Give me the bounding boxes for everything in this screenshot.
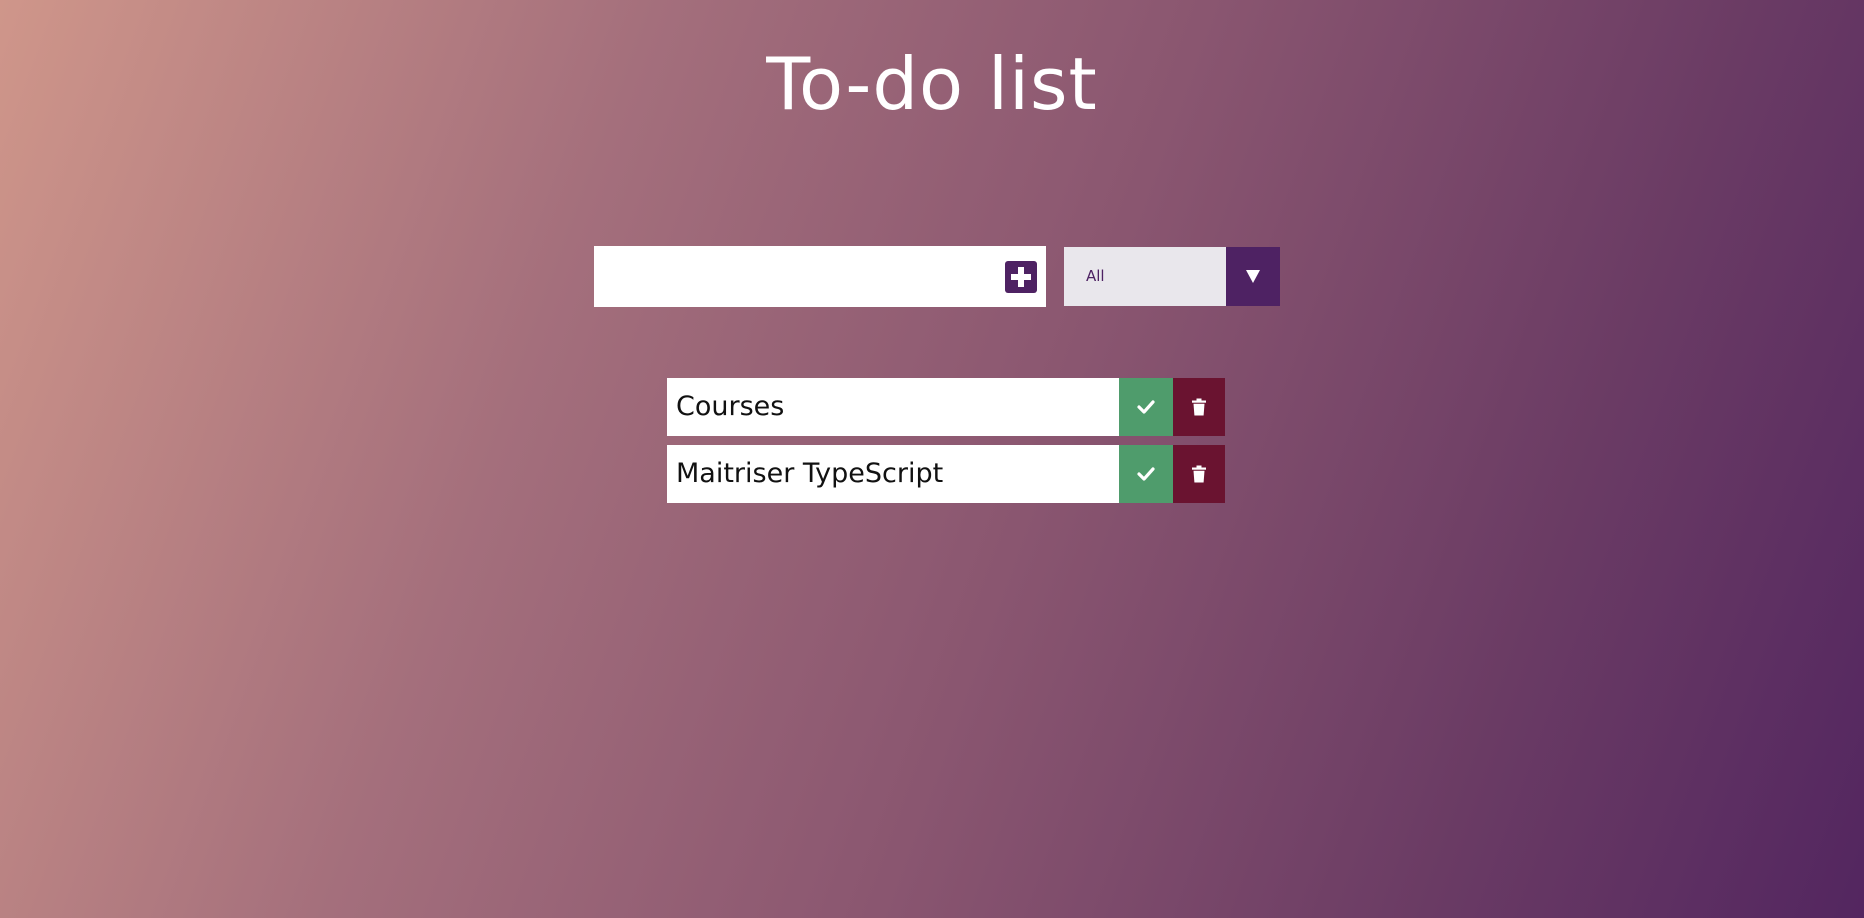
todo-item-text: Maitriser TypeScript (676, 458, 944, 489)
complete-button[interactable] (1119, 445, 1173, 503)
todo-list: Courses Maitriser TypeScript (667, 378, 1225, 512)
add-todo-button[interactable] (1005, 261, 1037, 293)
todo-item-text: Courses (676, 391, 785, 422)
caret-down-icon (1246, 270, 1260, 283)
complete-button[interactable] (1119, 378, 1173, 436)
filter-dropdown-toggle[interactable] (1226, 247, 1280, 306)
page-title: To-do list (766, 42, 1098, 126)
filter-selected-value: All (1086, 267, 1105, 285)
filter-select[interactable]: All (1064, 247, 1280, 306)
todo-item: Courses (667, 378, 1225, 436)
plus-icon (1011, 267, 1031, 287)
check-icon (1137, 400, 1155, 414)
todo-input[interactable] (594, 246, 994, 307)
check-icon (1137, 467, 1155, 481)
delete-button[interactable] (1173, 378, 1225, 436)
todo-item: Maitriser TypeScript (667, 445, 1225, 503)
delete-button[interactable] (1173, 445, 1225, 503)
todo-form (594, 246, 1046, 307)
trash-icon (1192, 465, 1206, 483)
trash-icon (1192, 398, 1206, 416)
